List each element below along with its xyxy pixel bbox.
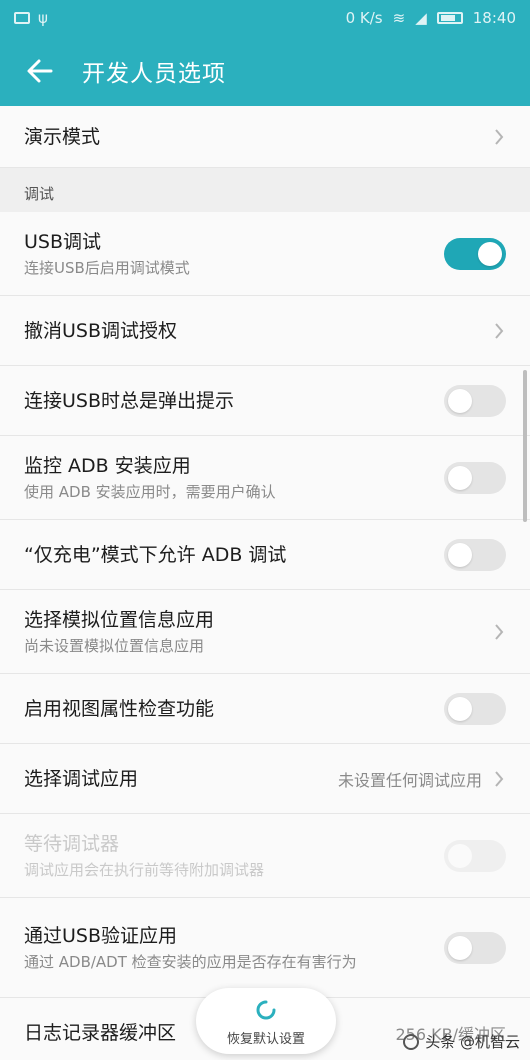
row-subtitle: 尚未设置模拟位置信息应用 bbox=[24, 637, 205, 655]
toggle-knob bbox=[478, 241, 502, 266]
usb-prompt-toggle[interactable] bbox=[444, 384, 506, 417]
row-wait-for-debugger: 等待调试器 调试应用会在执行前等待附加调试器 bbox=[0, 814, 530, 898]
network-speed: 0 K/s bbox=[345, 9, 383, 27]
watermark: 头条 @机智云 bbox=[403, 1031, 520, 1052]
battery-icon bbox=[436, 12, 463, 24]
row-demo-mode[interactable]: 演示模式 bbox=[0, 106, 530, 168]
toggle-knob bbox=[448, 542, 472, 567]
toggle-knob bbox=[448, 696, 472, 721]
wait-debugger-toggle bbox=[444, 839, 506, 872]
usb-debugging-toggle[interactable] bbox=[444, 237, 506, 270]
top-bar: ψ 0 K/s ≋ ◢ 18:40 开发人员选项 bbox=[0, 0, 530, 106]
row-title: 选择调试应用 bbox=[24, 767, 139, 790]
row-title: 监控 ADB 安装应用 bbox=[24, 455, 191, 477]
wifi-icon: ≋ bbox=[392, 9, 406, 27]
settings-list[interactable]: 演示模式 调试 USB调试 连接USB后启用调试模式 撤消USB调试授权 连接U… bbox=[0, 106, 530, 1060]
row-subtitle: 使用 ADB 安装应用时，需要用户确认 bbox=[24, 483, 276, 501]
chevron-right-icon bbox=[492, 320, 506, 342]
back-arrow-icon bbox=[27, 59, 53, 83]
row-subtitle: 连接USB后启用调试模式 bbox=[24, 259, 190, 277]
row-title: 撤消USB调试授权 bbox=[24, 319, 178, 342]
row-monitor-adb[interactable]: 监控 ADB 安装应用 使用 ADB 安装应用时，需要用户确认 bbox=[0, 436, 530, 520]
view-attribute-toggle[interactable] bbox=[444, 692, 506, 725]
chevron-right-icon bbox=[492, 126, 506, 148]
toggle-knob bbox=[448, 388, 472, 413]
toggle-knob bbox=[448, 843, 472, 868]
monitor-adb-toggle[interactable] bbox=[444, 461, 506, 494]
row-title: 通过USB验证应用 bbox=[24, 925, 178, 947]
row-title: 选择模拟位置信息应用 bbox=[24, 609, 215, 631]
usb-icon: ψ bbox=[38, 9, 48, 27]
row-usb-prompt[interactable]: 连接USB时总是弹出提示 bbox=[0, 366, 530, 436]
section-header-debug: 调试 bbox=[0, 168, 530, 212]
row-title: USB调试 bbox=[24, 231, 102, 253]
row-subtitle: 通过 ADB/ADT 检查安装的应用是否存在有害行为 bbox=[24, 953, 357, 971]
refresh-icon bbox=[256, 1000, 276, 1019]
row-view-attribute-inspection[interactable]: 启用视图属性检查功能 bbox=[0, 674, 530, 744]
clock: 18:40 bbox=[472, 9, 516, 27]
watermark-icon bbox=[403, 1033, 420, 1050]
row-revoke-usb-auth[interactable]: 撤消USB调试授权 bbox=[0, 296, 530, 366]
restore-defaults-label: 恢复默认设置 bbox=[226, 1031, 305, 1047]
restore-defaults-button[interactable]: 恢复默认设置 bbox=[196, 988, 336, 1054]
signal-icon: ◢ bbox=[415, 9, 427, 27]
verify-usb-toggle[interactable] bbox=[444, 931, 506, 964]
app-bar: 开发人员选项 bbox=[0, 40, 530, 102]
toggle-knob bbox=[448, 465, 472, 490]
scrollbar[interactable] bbox=[523, 370, 527, 522]
row-title: 等待调试器 bbox=[24, 833, 120, 855]
chevron-right-icon bbox=[492, 621, 506, 643]
row-title: 连接USB时总是弹出提示 bbox=[24, 389, 235, 412]
watermark-text: 头条 @机智云 bbox=[425, 1033, 520, 1051]
row-mock-location-app[interactable]: 选择模拟位置信息应用 尚未设置模拟位置信息应用 bbox=[0, 590, 530, 674]
row-title: 启用视图属性检查功能 bbox=[24, 697, 215, 720]
back-button[interactable] bbox=[20, 51, 60, 91]
row-title: 演示模式 bbox=[24, 125, 101, 148]
chevron-right-icon bbox=[492, 768, 506, 790]
page-title: 开发人员选项 bbox=[82, 61, 226, 87]
row-charge-only-adb[interactable]: “仅充电”模式下允许 ADB 调试 bbox=[0, 520, 530, 590]
row-usb-debugging[interactable]: USB调试 连接USB后启用调试模式 bbox=[0, 212, 530, 296]
row-select-debug-app[interactable]: 选择调试应用 未设置任何调试应用 bbox=[0, 744, 530, 814]
toggle-knob bbox=[448, 935, 472, 960]
status-bar: ψ 0 K/s ≋ ◢ 18:40 bbox=[0, 0, 530, 36]
row-title: “仅充电”模式下允许 ADB 调试 bbox=[24, 543, 287, 566]
row-value: 未设置任何调试应用 bbox=[337, 770, 482, 790]
row-verify-apps-over-usb[interactable]: 通过USB验证应用 通过 ADB/ADT 检查安装的应用是否存在有害行为 bbox=[0, 898, 530, 998]
sim-icon bbox=[14, 12, 30, 24]
row-subtitle: 调试应用会在执行前等待附加调试器 bbox=[24, 861, 265, 879]
charge-only-adb-toggle[interactable] bbox=[444, 538, 506, 571]
